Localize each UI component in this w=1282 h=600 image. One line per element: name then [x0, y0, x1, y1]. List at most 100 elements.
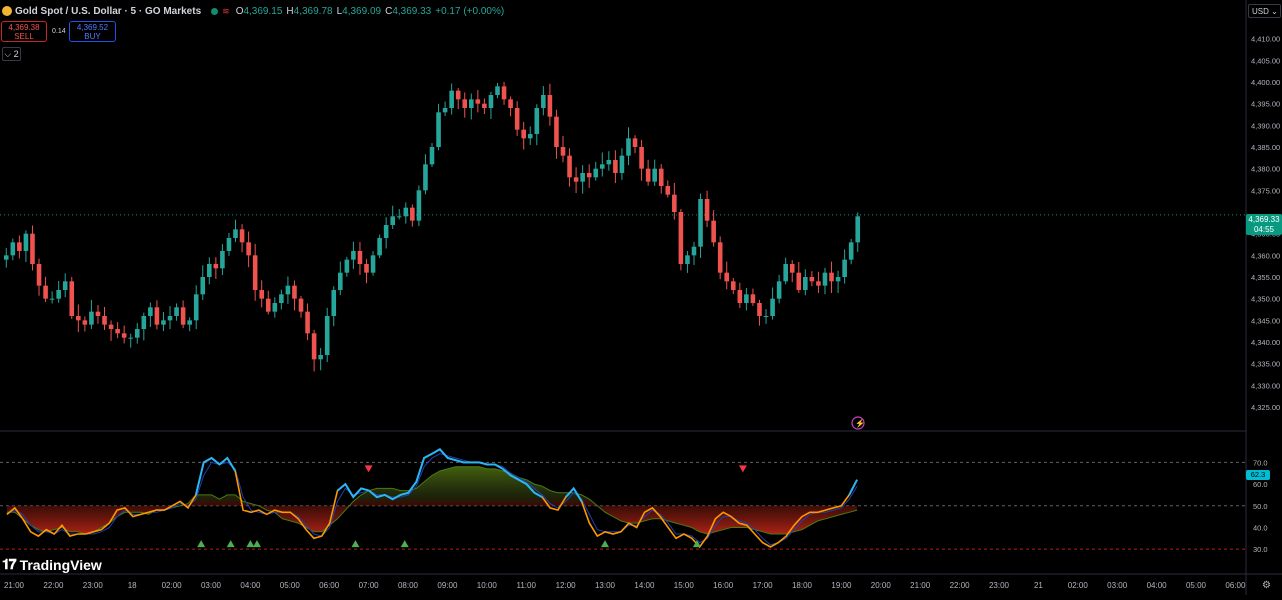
time-tick-label: 19:00: [831, 581, 852, 590]
candle-body: [298, 298, 304, 312]
sell-button[interactable]: 4,369.38 SELL: [1, 21, 47, 42]
time-tick-label: 06:00: [319, 581, 340, 590]
candle-body: [252, 255, 258, 290]
price-tick-label: 4,405.00: [1251, 56, 1280, 65]
buy-button[interactable]: 4,369.52 BUY: [69, 21, 116, 42]
osc-tick-label: 40.0: [1253, 523, 1268, 532]
candle-body: [685, 255, 690, 264]
change-value: +0.17 (+0.00%): [435, 5, 505, 17]
candle-body: [645, 168, 651, 182]
settings-gear-icon[interactable]: ⚙: [1262, 580, 1271, 591]
candle-body: [848, 242, 854, 260]
candle-body: [534, 108, 540, 134]
candle-body: [233, 229, 238, 238]
candle-body: [311, 333, 317, 360]
sell-signal-marker: [364, 465, 373, 473]
time-tick-label: 22:00: [950, 581, 971, 590]
candle-body: [17, 242, 22, 251]
candle-body: [180, 307, 186, 325]
time-tick-label: 08:00: [398, 581, 419, 590]
chart-svg[interactable]: 4,325.00 4,330.00 4,335.00 4,340.00 4,345.00…: [0, 0, 1282, 595]
candle-body: [351, 251, 356, 260]
time-tick-label: 21:00: [910, 581, 931, 590]
candle-body: [724, 272, 730, 282]
price-tick-label: 4,345.00: [1251, 316, 1280, 325]
candle-body: [10, 242, 16, 256]
time-tick-label: 23:00: [83, 581, 104, 590]
candle-body: [698, 199, 703, 247]
currency-button[interactable]: USD ⌄: [1248, 4, 1281, 18]
candle-body: [554, 116, 559, 147]
candle-body: [606, 160, 612, 165]
candle-body: [567, 155, 572, 178]
candle-body: [678, 212, 684, 264]
candle-body: [704, 199, 710, 221]
high-label: H: [286, 5, 294, 17]
tradingview-logo[interactable]: 𝟏𝟕 TradingView: [2, 556, 102, 573]
candle-body: [220, 251, 225, 269]
time-tick-label: 06:00: [1225, 581, 1246, 590]
cloud-fill: [6, 466, 858, 534]
buy-signal-marker: [601, 540, 609, 548]
candle-body: [495, 86, 500, 95]
candle-body: [469, 99, 474, 108]
candle-body: [161, 320, 166, 325]
chart-area[interactable]: 4,325.00 4,330.00 4,335.00 4,340.00 4,345.00…: [0, 0, 1282, 595]
candle-body: [246, 242, 251, 256]
time-tick-label: 04:00: [1147, 581, 1168, 590]
candle-body: [265, 298, 271, 312]
candle-body: [338, 272, 343, 290]
last-price-tag: 4,369.33 04:55: [1246, 214, 1282, 235]
candle-body: [390, 216, 395, 225]
candle-body: [750, 294, 756, 303]
candle-body: [658, 168, 664, 186]
candle-body: [573, 177, 579, 182]
candle-body: [639, 147, 644, 169]
candle-body: [763, 316, 769, 317]
candle-body: [76, 316, 81, 321]
time-tick-label: 02:00: [1068, 581, 1089, 590]
candle-body: [475, 99, 481, 104]
candle-body: [586, 173, 592, 178]
candle-body: [344, 259, 350, 273]
price-tick-label: 4,325.00: [1251, 403, 1280, 412]
candle-body: [30, 233, 35, 264]
candle-body: [829, 272, 834, 282]
candle-body: [744, 294, 749, 303]
candle-body: [259, 290, 265, 299]
osc-tick-label: 70.0: [1253, 458, 1268, 467]
symbol-title[interactable]: Gold Spot / U.S. Dollar · 5 · GO Markets: [15, 6, 201, 17]
time-tick-label: 17:00: [753, 581, 774, 590]
candle-body: [279, 294, 284, 303]
candle-body: [691, 246, 697, 256]
time-tick-label: 18: [128, 581, 137, 590]
candle-body: [200, 277, 206, 295]
candle-body: [95, 311, 101, 316]
candle-body: [580, 173, 585, 182]
price-tick-label: 4,340.00: [1251, 338, 1280, 347]
collapse-indicators-button[interactable]: ⌵ 2: [2, 47, 21, 61]
candle-body: [305, 311, 310, 334]
candle-body: [56, 290, 61, 299]
candle-body: [501, 86, 507, 100]
candle-body: [36, 264, 42, 286]
candle-body: [292, 285, 297, 299]
candle-body: [213, 264, 219, 269]
time-tick-label: 18:00: [792, 581, 813, 590]
candle-body: [770, 298, 775, 316]
candle-body: [239, 229, 245, 243]
gold-coin-icon: [2, 6, 12, 16]
buy-signal-marker: [400, 540, 409, 548]
candle-body: [226, 238, 232, 251]
candle-body: [711, 220, 716, 243]
spread-value: 0.14: [52, 28, 66, 35]
candle-body: [49, 298, 55, 300]
candle-body: [455, 90, 461, 100]
candle-body: [757, 303, 762, 316]
candle-body: [377, 238, 382, 256]
candle-body: [816, 281, 821, 286]
candle-body: [416, 190, 422, 221]
alert-bolt: ⚡: [855, 418, 865, 428]
candle-body: [672, 194, 677, 212]
candle-body: [187, 320, 192, 325]
